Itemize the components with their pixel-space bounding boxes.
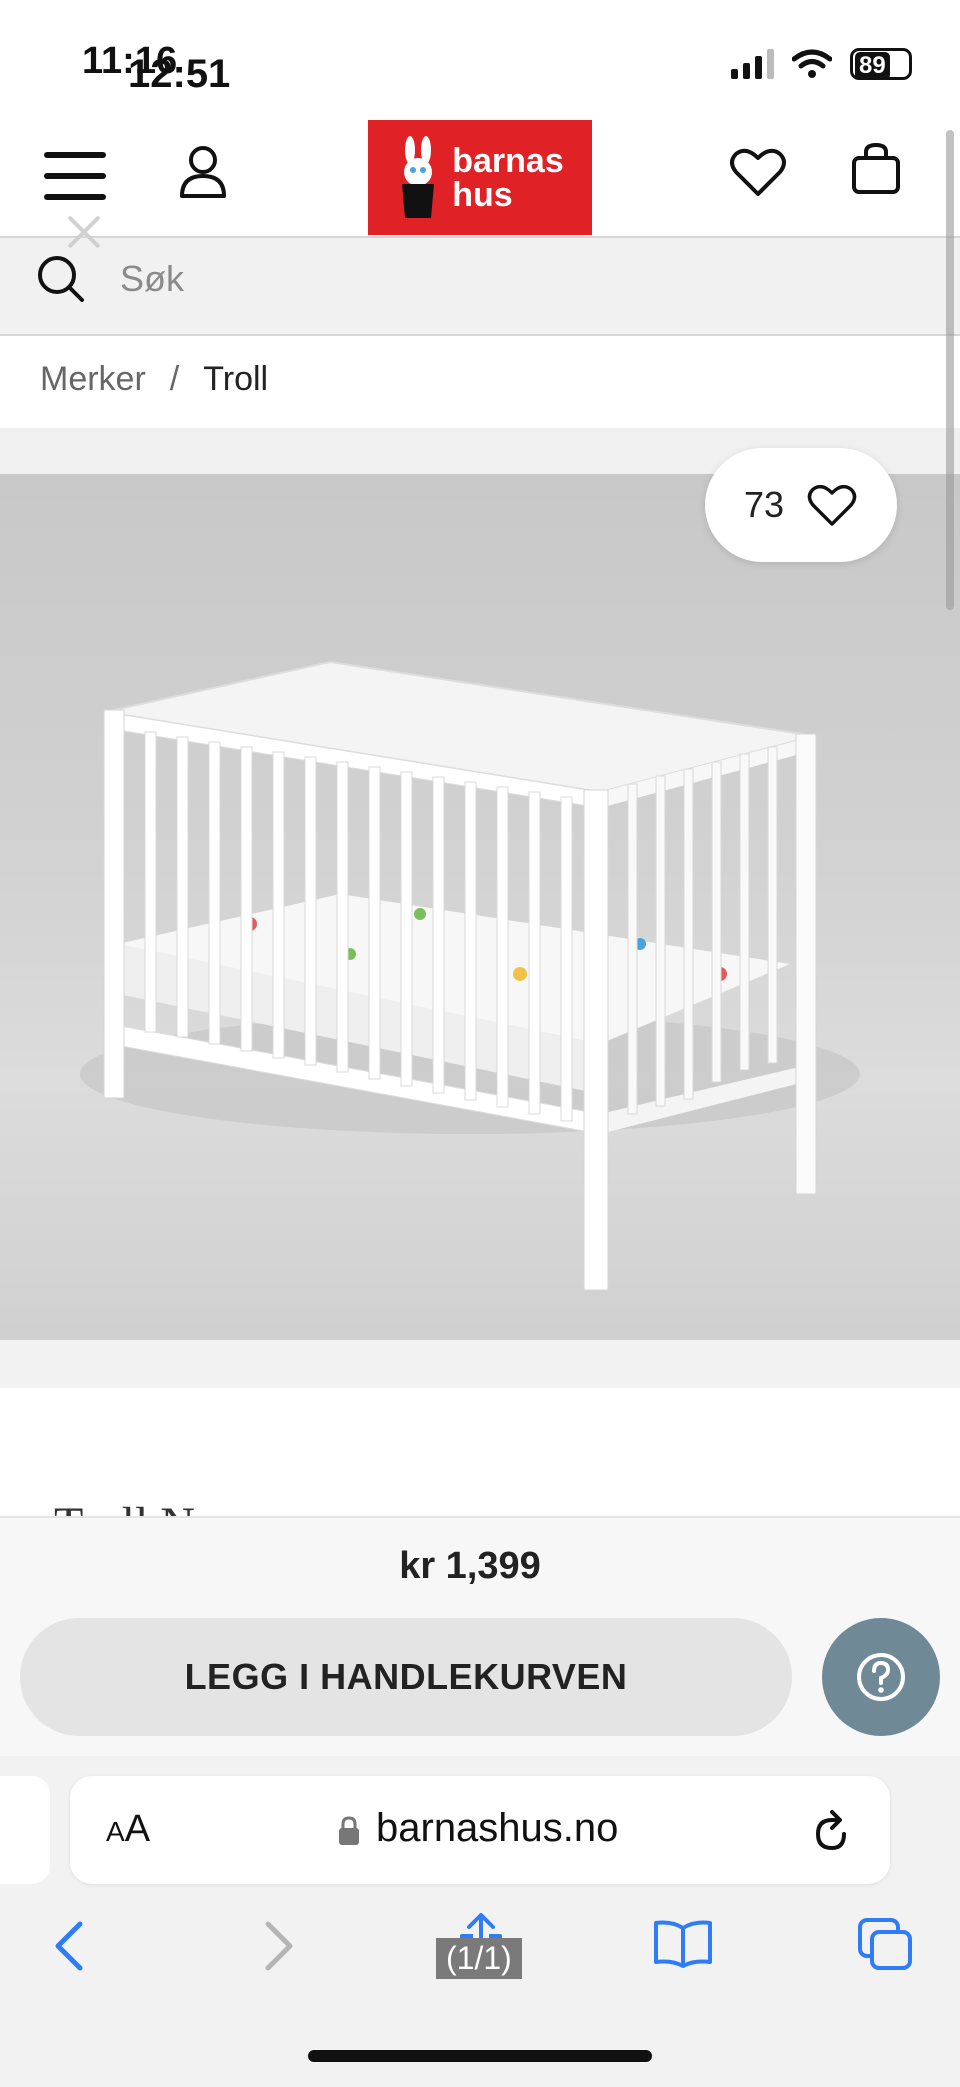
previous-tab-peek[interactable]: [0, 1776, 50, 1884]
wifi-icon: [792, 49, 832, 78]
breadcrumb: Merker / Troll: [40, 360, 268, 399]
shopping-bag-icon[interactable]: [850, 142, 902, 196]
status-icons: 89: [731, 48, 912, 80]
site-logo[interactable]: barnas hus: [368, 120, 592, 235]
wishlist-heart-icon[interactable]: [728, 146, 788, 198]
bookmarks-icon[interactable]: [652, 1918, 714, 1968]
cellular-signal-icon: [731, 49, 774, 79]
scrollbar[interactable]: [946, 130, 954, 610]
logo-text-line1: barnas: [452, 141, 564, 180]
back-icon[interactable]: [52, 1920, 86, 1972]
menu-icon[interactable]: [44, 152, 106, 200]
text-size-label-large: A: [124, 1808, 151, 1850]
status-time: 12:51: [128, 52, 231, 96]
image-bottom-band: [0, 1340, 960, 1388]
account-icon[interactable]: [178, 144, 228, 200]
search-input[interactable]: Søk: [120, 258, 184, 300]
rabbit-hat-logo-icon: [402, 135, 435, 218]
battery-level: 89: [855, 52, 890, 80]
breadcrumb-item-merker[interactable]: Merker: [40, 360, 146, 399]
question-icon: [857, 1653, 905, 1701]
favorite-count: 73: [743, 484, 785, 525]
product-title-partial: Troll N: [54, 1490, 254, 1518]
close-icon[interactable]: [66, 214, 102, 250]
page-counter: (1/1): [436, 1938, 522, 1979]
logo-text-line2: hus: [452, 175, 513, 214]
search-icon: [38, 256, 84, 302]
home-indicator: [308, 2050, 652, 2062]
text-size-label-small: A: [106, 1816, 125, 1847]
breadcrumb-separator: /: [169, 360, 180, 398]
heart-icon: [807, 484, 857, 526]
breadcrumb-item-troll[interactable]: Troll: [203, 360, 268, 399]
url-text[interactable]: barnashus.no: [376, 1806, 618, 1851]
forward-icon[interactable]: [262, 1920, 296, 1972]
favorite-pill[interactable]: 73: [705, 448, 897, 562]
product-image[interactable]: [0, 474, 960, 1340]
reload-icon[interactable]: [812, 1808, 852, 1852]
add-to-cart-button[interactable]: LEGG I HANDLEKURVEN: [20, 1618, 792, 1736]
lock-icon: [339, 1816, 359, 1845]
tabs-icon[interactable]: [856, 1916, 916, 1972]
help-button[interactable]: [822, 1618, 940, 1736]
text-size-button[interactable]: AA: [106, 1808, 150, 1851]
battery-icon: 89: [850, 48, 912, 80]
product-price: kr 1,399: [399, 1545, 541, 1587]
crib-illustration: [80, 660, 860, 1291]
